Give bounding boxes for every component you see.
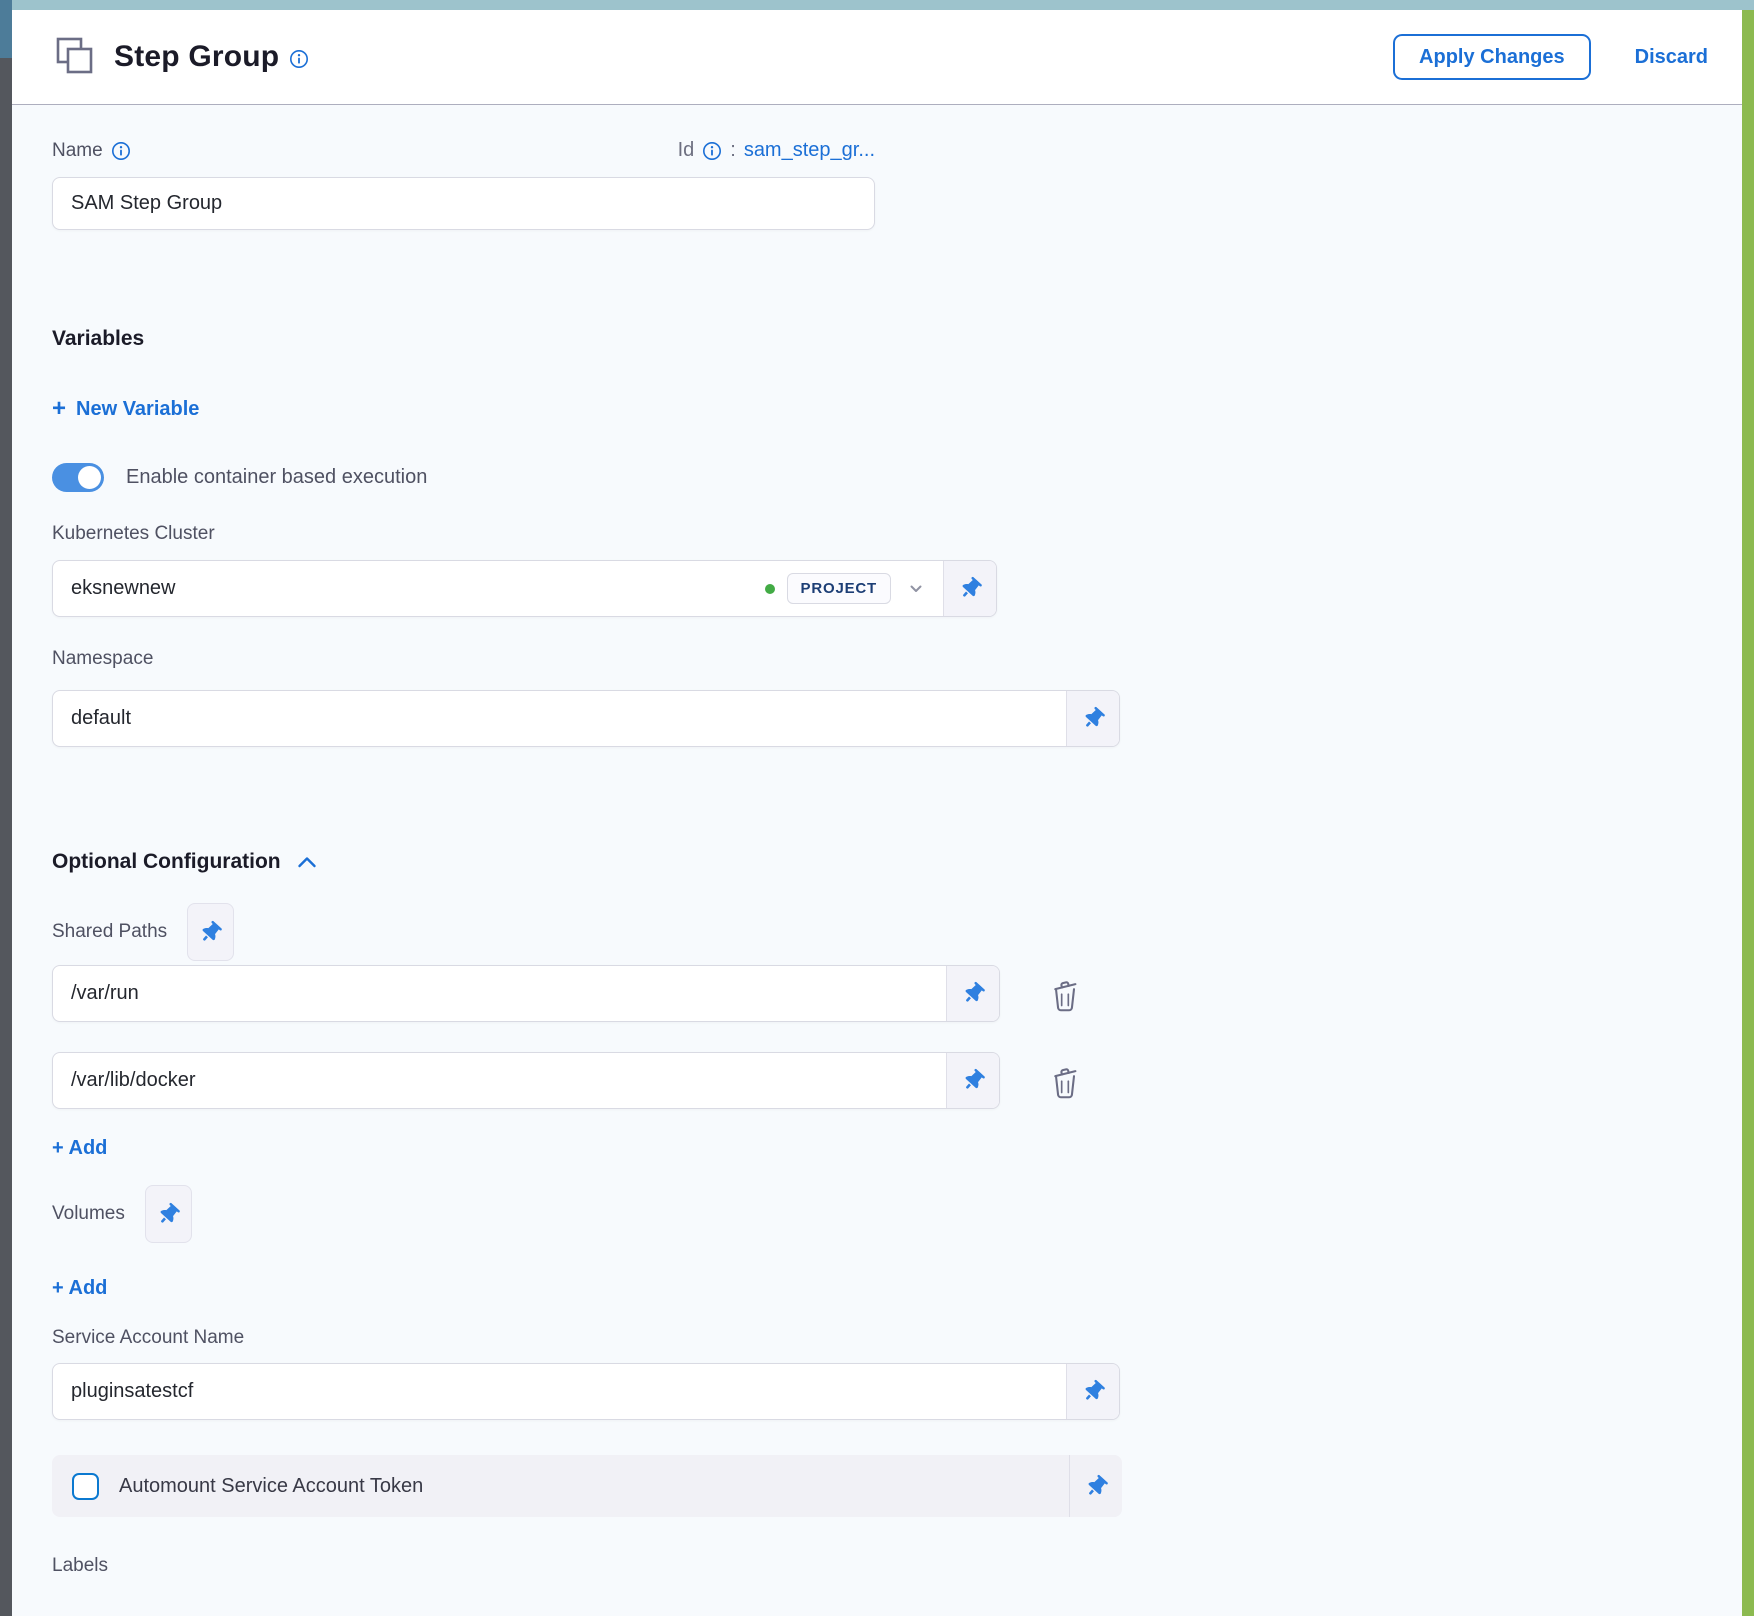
shared-path-input[interactable] [71, 966, 932, 1021]
automount-main: Automount Service Account Token [52, 1455, 1069, 1517]
pin-icon [1078, 1377, 1108, 1407]
kubernetes-cluster-input-wrap: PROJECT [53, 561, 943, 616]
shared-path-field [52, 965, 1000, 1022]
delete-shared-path-button[interactable] [1048, 977, 1082, 1016]
pin-icon [1081, 1471, 1111, 1501]
kubernetes-cluster-pin-button[interactable] [943, 561, 996, 616]
service-account-input-wrap [53, 1364, 1066, 1419]
shared-paths-row: Shared Paths [52, 903, 234, 961]
chevron-down-icon[interactable] [907, 580, 925, 598]
kubernetes-cluster-input[interactable] [71, 561, 753, 616]
automount-checkbox[interactable] [72, 1473, 99, 1500]
automount-pin-button[interactable] [1069, 1455, 1122, 1517]
id-value[interactable]: sam_step_gr... [744, 139, 875, 162]
id-part: Id : sam_step_gr... [678, 139, 875, 162]
step-group-icon [52, 34, 98, 80]
namespace-input[interactable] [71, 691, 1052, 746]
trash-icon [1048, 1064, 1082, 1100]
volumes-pin-button[interactable] [145, 1185, 192, 1243]
pin-icon [154, 1199, 184, 1229]
panel-header: Step Group Apply Changes Discard [12, 10, 1742, 105]
namespace-label: Namespace [52, 648, 153, 670]
namespace-input-wrap [53, 691, 1066, 746]
left-edge-strip-top [0, 0, 12, 58]
trash-icon [1048, 977, 1082, 1013]
name-id-row: Name Id : sam_step_gr... [52, 139, 875, 162]
title-info-icon[interactable] [289, 49, 309, 69]
name-label-wrap: Name [52, 140, 131, 162]
container-execution-toggle[interactable] [52, 463, 104, 492]
shared-path-input-wrap [53, 966, 946, 1021]
discard-button[interactable]: Discard [1635, 46, 1708, 69]
page-title: Step Group [114, 40, 279, 74]
apply-changes-button[interactable]: Apply Changes [1393, 34, 1591, 80]
step-group-screen: Step Group Apply Changes Discard Name Id… [0, 0, 1754, 1616]
id-label: Id [678, 139, 695, 162]
container-execution-label: Enable container based execution [126, 466, 427, 489]
service-account-name-field [52, 1363, 1120, 1420]
pin-icon [958, 1066, 988, 1096]
variables-heading: Variables [52, 327, 144, 351]
namespace-field [52, 690, 1120, 747]
automount-label: Automount Service Account Token [119, 1475, 423, 1498]
panel-body: Name Id : sam_step_gr... Variables + New… [12, 105, 1742, 1615]
kubernetes-cluster-label: Kubernetes Cluster [52, 523, 215, 545]
shared-path-input[interactable] [71, 1053, 932, 1108]
optional-configuration-heading: Optional Configuration [52, 850, 281, 874]
right-edge-strip [1742, 10, 1754, 1616]
name-input[interactable] [52, 177, 875, 230]
service-account-name-label: Service Account Name [52, 1327, 244, 1349]
shared-path-pin-button[interactable] [946, 966, 999, 1021]
name-label: Name [52, 140, 103, 162]
header-actions: Apply Changes Discard [1393, 34, 1708, 80]
labels-label: Labels [52, 1555, 108, 1577]
toggle-knob [78, 466, 101, 489]
delete-shared-path-button[interactable] [1048, 1064, 1082, 1103]
shared-path-field [52, 1052, 1000, 1109]
pin-icon [955, 574, 985, 604]
pin-icon [958, 979, 988, 1009]
optional-configuration-row[interactable]: Optional Configuration [52, 850, 317, 874]
name-info-icon[interactable] [111, 141, 131, 161]
new-variable-button[interactable]: + New Variable [52, 397, 199, 421]
scope-status-dot [765, 584, 775, 594]
volumes-label: Volumes [52, 1203, 125, 1225]
chevron-up-icon[interactable] [297, 855, 317, 869]
step-group-panel: Step Group Apply Changes Discard Name Id… [12, 10, 1742, 1616]
service-account-pin-button[interactable] [1066, 1364, 1119, 1419]
id-separator: : [730, 139, 736, 162]
service-account-name-input[interactable] [71, 1364, 1052, 1419]
pin-icon [196, 917, 226, 947]
automount-row: Automount Service Account Token [52, 1455, 1122, 1517]
namespace-pin-button[interactable] [1066, 691, 1119, 746]
scope-badge: PROJECT [787, 573, 891, 604]
id-info-icon[interactable] [702, 141, 722, 161]
left-edge-strip [0, 0, 12, 1616]
add-volume-button[interactable]: + Add [52, 1277, 107, 1300]
shared-paths-pin-button[interactable] [187, 903, 234, 961]
new-variable-label: New Variable [76, 398, 199, 421]
volumes-row: Volumes [52, 1185, 192, 1243]
add-shared-path-button[interactable]: + Add [52, 1137, 107, 1160]
container-execution-row: Enable container based execution [52, 463, 427, 492]
pin-icon [1078, 704, 1108, 734]
shared-paths-label: Shared Paths [52, 921, 167, 943]
kubernetes-cluster-field: PROJECT [52, 560, 997, 617]
shared-path-input-wrap [53, 1053, 946, 1108]
plus-icon: + [52, 397, 66, 421]
shared-path-pin-button[interactable] [946, 1053, 999, 1108]
top-accent-bar [0, 0, 1754, 10]
name-field-wrap [52, 177, 875, 230]
